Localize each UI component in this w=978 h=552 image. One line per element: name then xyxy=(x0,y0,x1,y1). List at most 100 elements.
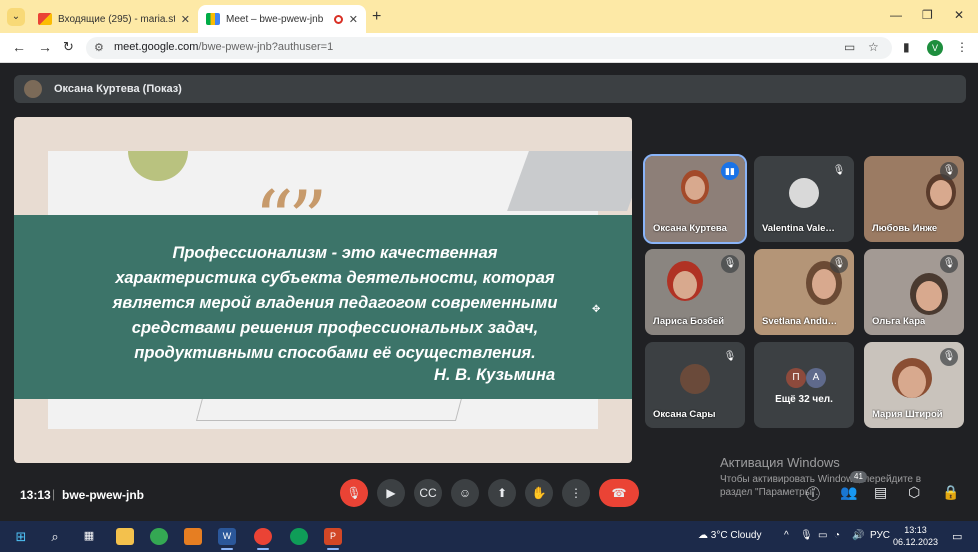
quote-line: Профессионализм - это качественная xyxy=(172,244,498,262)
reload-icon[interactable]: ↻ xyxy=(63,39,74,55)
participant-face xyxy=(930,180,952,206)
laptop-decoration xyxy=(507,151,632,211)
participant-tile[interactable]: 🎙 Valentina Vale… xyxy=(754,156,854,242)
search-icon[interactable]: ⌕ xyxy=(46,528,64,545)
tab-meet[interactable]: Meet – bwe-pwew-jnb ✕ xyxy=(198,5,366,33)
participant-tile[interactable]: 🎙 Ольга Кара xyxy=(864,249,964,335)
participant-tile[interactable]: ▮▮ Оксана Куртева xyxy=(643,154,747,244)
chrome-active-icon[interactable] xyxy=(254,528,272,550)
meeting-time: 13:13 xyxy=(20,488,51,502)
mic-off-icon: 🎙 xyxy=(940,255,958,273)
address-bar[interactable]: ⚙ meet.google.com/bwe-pwew-jnb?authuser=… xyxy=(86,37,892,59)
windows-start-icon[interactable]: ⊞ xyxy=(12,528,30,545)
present-screen-button[interactable]: ⬆ xyxy=(488,479,516,507)
mic-off-icon: 🎙 xyxy=(721,348,739,366)
close-window-icon[interactable]: ✕ xyxy=(954,8,964,22)
tray-chevron-icon[interactable]: ^ xyxy=(784,530,789,541)
more-options-button[interactable]: ⋮ xyxy=(562,479,590,507)
new-tab-button[interactable]: + xyxy=(372,8,381,26)
language-indicator[interactable]: РУС xyxy=(870,530,890,541)
participant-name: Valentina Vale… xyxy=(762,223,835,234)
participant-tile[interactable]: 🎙 Любовь Инже xyxy=(864,156,964,242)
tab-search-chevron-icon[interactable]: ⌄ xyxy=(7,8,25,26)
site-info-icon[interactable]: ⚙ xyxy=(94,41,104,54)
tab-gmail[interactable]: Входящие (295) - maria.stiroi@ ✕ xyxy=(30,5,198,33)
participant-name: Любовь Инже xyxy=(872,223,938,234)
camera-icon: ▶ xyxy=(386,486,396,500)
books-app-icon[interactable] xyxy=(184,528,202,545)
leave-call-button[interactable]: ☎ xyxy=(599,479,639,507)
participant-avatar xyxy=(680,364,710,394)
activation-line: раздел "Параметры". xyxy=(720,487,819,498)
people-count-badge: 41 xyxy=(850,471,867,483)
participant-tile[interactable]: 🎙 Мария Штирой xyxy=(864,342,964,428)
forward-arrow-icon[interactable]: → xyxy=(38,39,52,55)
task-view-icon[interactable]: ▦ xyxy=(80,528,98,545)
host-controls-icon[interactable]: 🔒 xyxy=(942,484,959,501)
url-path: /bwe-pwew-jnb?authuser=1 xyxy=(198,41,334,53)
mic-off-icon: 🎙 xyxy=(830,162,848,180)
presentation-bar: Оксана Куртева (Показ) xyxy=(14,75,966,103)
mic-off-icon: 🎙 xyxy=(940,162,958,180)
mic-off-icon: 🎙 xyxy=(346,486,362,500)
separator: | xyxy=(52,487,56,501)
edge-icon[interactable] xyxy=(290,528,308,545)
tray-wifi-icon[interactable]: ◔ xyxy=(834,530,840,541)
url-text: meet.google.com/bwe-pwew-jnb?authuser=1 xyxy=(114,41,333,53)
minimize-icon[interactable]: — xyxy=(890,8,902,22)
profile-avatar[interactable]: V xyxy=(927,40,943,56)
meeting-code: bwe-pwew-jnb xyxy=(62,488,144,502)
back-arrow-icon[interactable]: ← xyxy=(12,39,26,55)
file-explorer-icon[interactable] xyxy=(116,528,134,545)
people-icon[interactable]: 👥 xyxy=(840,484,857,501)
restore-icon[interactable]: ❐ xyxy=(922,8,933,22)
camera-permission-icon[interactable]: ▭ xyxy=(844,40,855,54)
word-icon[interactable]: W xyxy=(218,528,236,550)
captions-icon: CC xyxy=(419,486,437,500)
meeting-details-icon[interactable]: ⓘ xyxy=(806,484,820,504)
chrome-icon[interactable] xyxy=(150,528,168,545)
raise-hand-button[interactable]: ✋ xyxy=(525,479,553,507)
quote-line: продуктивными способами её осуществления… xyxy=(134,344,536,362)
recording-indicator-icon xyxy=(333,14,343,24)
tray-network-icon[interactable]: ▭ xyxy=(818,530,827,541)
participant-tile[interactable]: 🎙 Оксана Сары xyxy=(645,342,745,428)
browser-toolbar: ← → ↻ ⚙ meet.google.com/bwe-pwew-jnb?aut… xyxy=(0,33,978,63)
presenter-label: Оксана Куртева (Показ) xyxy=(54,83,182,95)
tray-volume-icon[interactable]: 🔊 xyxy=(852,530,864,541)
quote-author: Н. В. Кузьмина xyxy=(434,366,556,384)
gmail-icon xyxy=(38,13,52,25)
presenter-avatar xyxy=(24,80,42,98)
hang-up-icon: ☎ xyxy=(611,486,627,500)
notifications-icon[interactable]: ▭ xyxy=(952,530,962,543)
participant-face xyxy=(916,281,942,311)
participant-initial-avatar: П xyxy=(786,368,806,388)
activation-title: Активация Windows xyxy=(720,455,840,470)
powerpoint-icon[interactable]: P xyxy=(324,528,342,550)
reactions-button[interactable]: ☺ xyxy=(451,479,479,507)
close-icon[interactable]: ✕ xyxy=(349,13,358,26)
tray-mic-icon[interactable]: 🎙 xyxy=(800,530,813,541)
quote-line: является мерой владения педагогом соврем… xyxy=(112,294,558,312)
quote-line: характеристика субъекта деятельности, ко… xyxy=(115,269,555,287)
taskbar-clock[interactable]: 13:13 06.12.2023 xyxy=(893,524,938,548)
camera-toggle-button[interactable]: ▶ xyxy=(377,479,405,507)
chat-icon[interactable]: ▤ xyxy=(874,484,887,501)
more-participants-label: Ещё 32 чел. xyxy=(775,394,833,405)
participant-tile[interactable]: 🎙 Лариса Бозбей xyxy=(645,249,745,335)
weather-widget[interactable]: ☁ 3°C Cloudy xyxy=(698,530,761,541)
side-panel-icon[interactable]: ▮ xyxy=(903,40,910,54)
microphone-toggle-button[interactable]: 🎙 xyxy=(340,479,368,507)
participant-name: Лариса Бозбей xyxy=(653,316,725,327)
captions-button[interactable]: CC xyxy=(414,479,442,507)
participant-tile[interactable]: 🎙 Svetlana Andu… xyxy=(754,249,854,335)
participant-avatar xyxy=(789,178,819,208)
close-icon[interactable]: ✕ xyxy=(181,13,190,26)
emoji-icon: ☺ xyxy=(458,486,472,500)
bookmark-star-icon[interactable]: ☆ xyxy=(868,40,879,54)
menu-kebab-icon[interactable]: ⋮ xyxy=(956,40,968,54)
activation-line: Чтобы активировать Windows, перейдите в xyxy=(720,474,922,485)
more-participants-tile[interactable]: П А Ещё 32 чел. xyxy=(754,342,854,428)
activities-icon[interactable]: ⬡ xyxy=(908,484,920,501)
meet-main: Оксана Куртева (Показ) “” Профессионализ… xyxy=(0,63,978,521)
